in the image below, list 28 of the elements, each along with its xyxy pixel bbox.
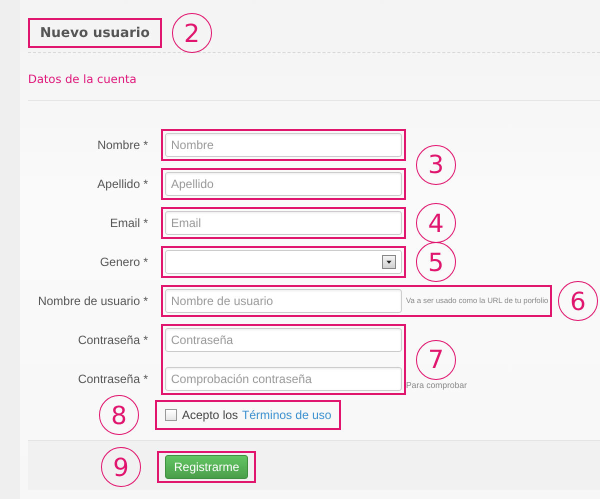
page-title: Nuevo usuario [28,18,162,48]
callout-number: 3 [416,144,456,184]
callout-number: 4 [416,203,456,243]
password-field[interactable]: Contraseña [165,328,402,352]
callout-number: 9 [101,447,141,487]
help-text: Para comprobar [406,378,467,392]
field-label: Nombre * [96,137,148,154]
terms-link[interactable]: Términos de uso [242,406,332,424]
callout-number: 7 [416,340,456,380]
input-field[interactable]: Email [165,211,402,235]
field-label: Genero * [98,254,148,271]
callout-number: 2 [172,13,212,53]
input-field[interactable]: Apellido [165,172,402,196]
section-title: Datos de la cuenta [28,72,137,86]
checkbox[interactable] [165,409,177,421]
field-label: Contraseña * [76,332,148,349]
field-label: Apellido * [96,176,148,193]
register-button[interactable]: Registrarme [165,455,248,479]
field-label: Contraseña * [76,371,148,388]
field-label: Email * [108,215,148,232]
password-field[interactable]: Comprobación contraseña [165,367,402,391]
callout-number: 8 [99,395,139,435]
input-field[interactable]: Nombre [165,133,402,157]
field-label: Nombre de usuario * [36,293,148,310]
input-field[interactable]: Nombre de usuario [165,289,402,313]
terms-text: Acepto los [182,407,238,424]
callout-number: 5 [416,242,456,282]
callout-number: 6 [558,281,598,321]
